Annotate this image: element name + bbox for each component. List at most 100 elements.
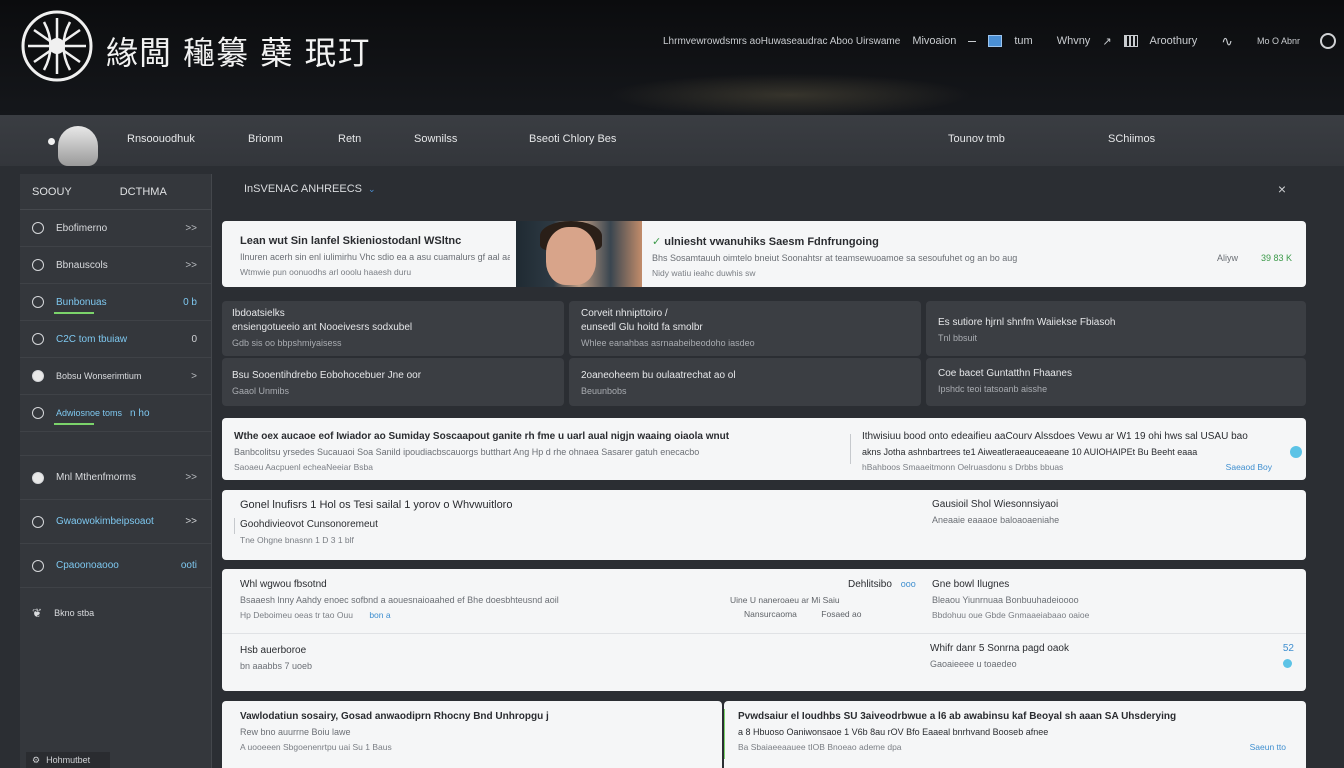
grid-icon: [1123, 35, 1138, 47]
article-title: Whl wgwou fbsotnd: [240, 579, 327, 590]
nav-item-7[interactable]: SChiimos: [1108, 133, 1155, 145]
main-nav: Rnsoouodhuk Brionm Retn Sownilss Bseoti …: [0, 116, 1344, 166]
divider: [850, 434, 851, 464]
nav-item-4[interactable]: Sownilss: [414, 133, 457, 145]
top-link-about[interactable]: Lhrmvewrowdsmrs aoHuwaseaudrac Aboo Uirs…: [663, 36, 900, 47]
sidebar-divider: [20, 432, 211, 456]
sidebar-tab-left[interactable]: SOOUY: [32, 186, 72, 198]
grid-card-6[interactable]: Coe bacet Guntatthn Fhaanes Ipshdc teoi …: [926, 358, 1306, 406]
top-link-authority[interactable]: Aroothury: [1150, 35, 1198, 47]
top-link-why[interactable]: Whvny: [1057, 35, 1091, 47]
grid-card-1[interactable]: Ibdoatsielks ensiengotueeio ant Nooeives…: [222, 301, 564, 356]
article-title: Vawlodatiun sosairy, Gosad anwaodiprn Rh…: [240, 711, 549, 722]
article-meta-text: Hp Deboimeu oeas tr tao Ouu: [240, 610, 353, 620]
article-card-1[interactable]: Wthe oex aucaoe eof Iwiador ao Sumiday S…: [222, 418, 1306, 480]
top-link-team[interactable]: tum: [1014, 35, 1032, 47]
hero-right: ✓ ulniesht vwanuhiks Saesm Fdnfrungoing …: [652, 235, 1292, 278]
hero-right-tag[interactable]: Aliyw: [1217, 253, 1238, 263]
nav-item-5[interactable]: Bseoti Chlory Bes: [529, 133, 616, 145]
hero-photo[interactable]: [516, 221, 642, 287]
sidebar-tab-right[interactable]: DCTHMA: [120, 186, 167, 198]
sidebar-item-10[interactable]: ❦ Bkno stba: [20, 588, 211, 638]
arrow-icon: ↗: [1102, 35, 1112, 48]
sidebar-item-7[interactable]: Mnl Mthenfmorms >>: [20, 456, 211, 500]
article-right-tag[interactable]: Saeun tto: [1250, 742, 1286, 752]
page-title: InSVENAC ANHREECS: [244, 183, 362, 195]
article-right-title-2: Whifr danr 5 Sonrna pagd oaok: [930, 643, 1069, 654]
nav-item-2[interactable]: Brionm: [248, 133, 283, 145]
article-mid: Uine U naneroaeu ar Mi Saiu Nansurcaoma …: [730, 595, 910, 619]
hero-card[interactable]: Lean wut Sin lanfel Skieniostodanl WSltn…: [222, 221, 1306, 287]
hero-left: Lean wut Sin lanfel Skieniostodanl WSltn…: [240, 235, 510, 277]
wave-icon[interactable]: ∿: [1221, 33, 1233, 50]
top-link-account[interactable]: Mo O Abnr: [1257, 36, 1300, 46]
sidebar-item-4[interactable]: C2C tom tbuiaw 0: [20, 321, 211, 358]
grid-card-sub: Gaaol Unmibs: [232, 386, 290, 396]
sidebar-footer-label: Hohmutbet: [46, 755, 91, 765]
sidebar-item-label: Bobsu Wonserimtium: [56, 371, 142, 381]
info-pill-icon[interactable]: [1290, 446, 1302, 458]
article-card-right: Gne bowl Ilugnes Bleaou Yiunrnuaa Bonbuu…: [932, 579, 1292, 620]
grid-card-title: Bsu Sooentihdrebo Eobohocebuer Jne oor: [232, 370, 422, 381]
sidebar-item-label: Mnl Mthenfmorms: [56, 472, 137, 483]
brand-logo-icon[interactable]: [14, 8, 100, 84]
info-pill-icon[interactable]: [1283, 659, 1292, 668]
article-card-4[interactable]: Vawlodatiun sosairy, Gosad anwaodiprn Rh…: [222, 701, 722, 768]
sidebar-footer[interactable]: ⚙ Hohmutbet: [26, 752, 110, 768]
article-title: Wthe oex aucaoe eof Iwiador ao Sumiday S…: [234, 431, 730, 442]
divider: [234, 518, 235, 534]
article-meta-tag[interactable]: bon a: [369, 610, 390, 620]
grid-card-title: Ibdoatsielks: [232, 308, 285, 319]
avatar[interactable]: [58, 126, 98, 166]
window-icon: [988, 35, 1003, 47]
nav-item-3[interactable]: Retn: [338, 133, 361, 145]
sidebar-item-6[interactable]: Adwiosnoe toms n ho: [20, 395, 211, 432]
article-right-label-row: Dehlitsibo ooo: [848, 579, 916, 590]
nav-item-6[interactable]: Tounov tmb: [948, 133, 1005, 145]
settings-icon: ⚙: [32, 754, 41, 765]
sidebar-item-5[interactable]: Bobsu Wonserimtium >: [20, 358, 211, 395]
grid-card-2[interactable]: Corveit nhnipttoiro / eunsedl Glu hoitd …: [569, 301, 921, 356]
sidebar-item-1[interactable]: Ebofimerno >>: [20, 210, 211, 247]
sidebar-item-3[interactable]: Bunbonuas 0 b: [20, 284, 211, 321]
article-mid-row: Nansurcaoma Fosaed ao: [730, 609, 910, 619]
article-right-tag[interactable]: Saeaod Boy: [1226, 462, 1272, 472]
hero-right-count[interactable]: 39 83 K: [1261, 253, 1292, 263]
article-title-2: Hsb auerboroe: [240, 645, 307, 656]
hero-right-sub: Bhs Sosamtauuh oimtelo bneiut Soonahtsr …: [652, 253, 1292, 263]
grid-card-5[interactable]: 2oaneoheem bu oulaatrechat ao ol Beuunbo…: [569, 358, 921, 406]
article-right-title: Ithwisiuu bood onto edeaifieu aaCourv Al…: [862, 431, 1248, 442]
hero-right-sub-text: Bhs Sosamtauuh oimtelo bneiut Soonahtsr …: [652, 253, 1018, 263]
grid-card-4[interactable]: Bsu Sooentihdrebo Eobohocebuer Jne oor G…: [222, 358, 564, 406]
heading-chevron-icon: ⌄: [367, 183, 376, 194]
brand-title[interactable]: 緣闆 龝纂 蘗 珉玎: [106, 28, 371, 74]
sidebar-item-2[interactable]: Bbnauscols >>: [20, 247, 211, 284]
hero-right-title: ✓ ulniesht vwanuhiks Saesm Fdnfrungoing: [652, 235, 1292, 248]
article-sub-2: bn aaabbs 7 uoeb: [240, 661, 313, 671]
grid-card-sub: Gdb sis oo bbpshmiyaisess: [232, 338, 342, 348]
sidebar-item-chevron: >>: [185, 222, 197, 234]
article-right-title: Gne bowl Ilugnes: [932, 579, 1010, 590]
close-icon[interactable]: ×: [1278, 181, 1286, 197]
sidebar-item-8[interactable]: Gwaowokimbeipsoaot >>: [20, 500, 211, 544]
top-link-mission[interactable]: Mivoaion: [912, 35, 956, 47]
profile-circle-icon[interactable]: [1320, 33, 1336, 49]
sidebar-item-9[interactable]: Cpaoonoaooo ooti: [20, 544, 211, 588]
sidebar-item-chevron: 0 b: [183, 296, 197, 308]
sidebar-item-label: Ebofimerno: [56, 222, 108, 234]
row-divider: [222, 633, 1306, 634]
hero-right-title-text: ulniesht vwanuhiks Saesm Fdnfrungoing: [664, 236, 879, 248]
article-right-title: Gausioil Shol Wiesonnsiyaoi: [932, 499, 1059, 510]
article-right-label-tag[interactable]: ooo: [901, 579, 916, 589]
nav-item-1[interactable]: Rnsoouodhuk: [127, 133, 195, 145]
article-card-5[interactable]: Pvwdsaiur el Ioudhbs SU 3aiveodrbwue a l…: [724, 701, 1306, 768]
article-card-2[interactable]: Gonel lnufisrs 1 Hol os Tesi sailal 1 yo…: [222, 490, 1306, 560]
leaf-icon: ❦: [32, 606, 43, 620]
article-right-sub: Bleaou Yiunrnuaa Bonbuuhadeioooo: [932, 595, 1079, 605]
grid-card-sub: Tnl bbsuit: [938, 333, 978, 343]
article-right-title: Pvwdsaiur el Ioudhbs SU 3aiveodrbwue a l…: [738, 711, 1177, 722]
person-icon: [32, 370, 44, 382]
grid-card-3[interactable]: Es sutiore hjrnl shnfm Waiiekse Fbiasoh …: [926, 301, 1306, 356]
article-card-3[interactable]: Whl wgwou fbsotnd Bsaaesh lnny Aahdy eno…: [222, 569, 1306, 691]
article-right-count-2[interactable]: 52: [1283, 643, 1294, 654]
